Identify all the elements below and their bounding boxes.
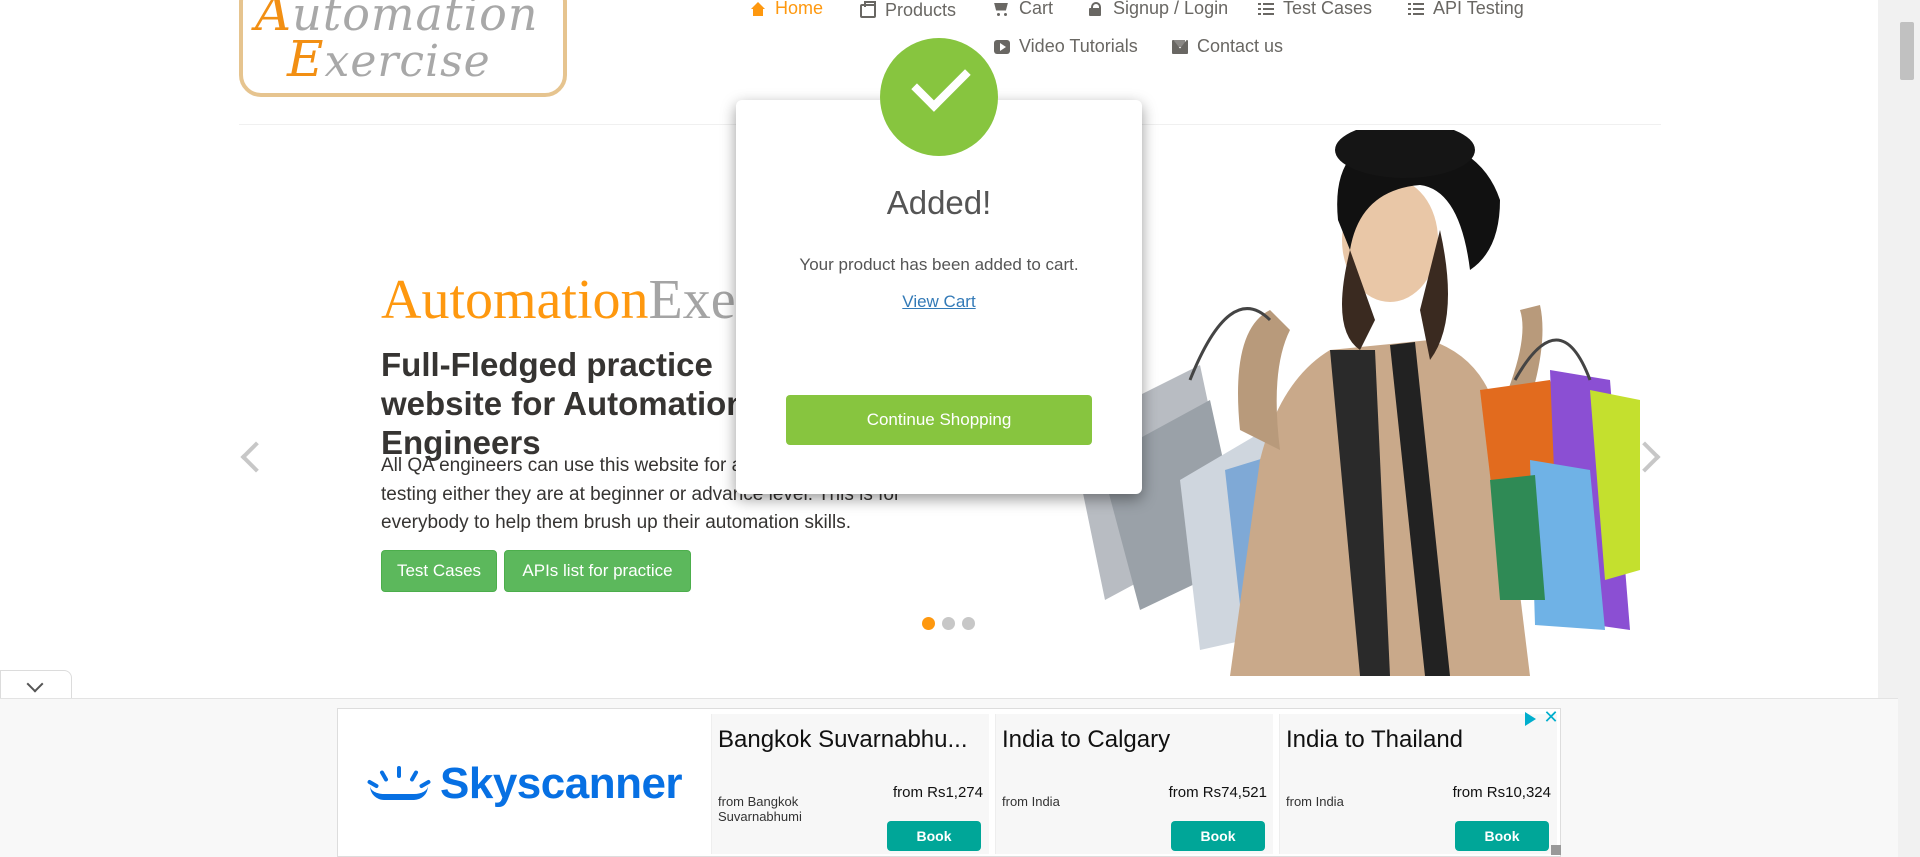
slider-prev-arrow[interactable] — [240, 441, 272, 473]
view-cart-link[interactable]: View Cart — [736, 292, 1142, 312]
skyscanner-logo[interactable]: Skyscanner — [366, 759, 683, 809]
home-icon — [750, 1, 766, 16]
nav-contact-label: Contact us — [1197, 36, 1284, 56]
nav-products-label: Products — [885, 0, 957, 20]
adchoices-icon[interactable] — [1521, 710, 1539, 728]
nav-video-tutorials[interactable]: Video Tutorials — [994, 36, 1138, 57]
ad-info-icon[interactable] — [1551, 845, 1561, 855]
nav-signup-label: Signup / Login — [1113, 0, 1229, 18]
ad-card-from: from India — [1002, 794, 1060, 809]
products-icon — [860, 0, 876, 18]
modal-message: Your product has been added to cart. — [799, 255, 1079, 274]
youtube-icon — [994, 39, 1010, 54]
book-button[interactable]: Book — [1455, 821, 1549, 851]
book-button[interactable]: Book — [887, 821, 981, 851]
modal-title: Added! — [886, 184, 992, 221]
site-logo[interactable]: Automation Exercise — [239, 0, 567, 97]
book-button[interactable]: Book — [1171, 821, 1265, 851]
added-to-cart-modal: Added! Your product has been added to ca… — [736, 100, 1142, 494]
logo-line-2: Exercise — [287, 30, 491, 88]
nav-home-label: Home — [775, 0, 824, 18]
ad-card-price: from Rs10,324 — [1452, 784, 1551, 801]
nav-products[interactable]: Products — [860, 0, 956, 21]
slider-indicators — [922, 617, 975, 630]
ad-card-2[interactable]: India to Calgary from India from Rs74,52… — [995, 714, 1273, 854]
continue-shopping-button[interactable]: Continue Shopping — [786, 395, 1092, 445]
slider-dot-2[interactable] — [942, 617, 955, 630]
test-cases-button[interactable]: Test Cases — [381, 550, 497, 592]
ad-card-1[interactable]: Bangkok Suvarnabhu... from Bangkok Suvar… — [711, 714, 989, 854]
nav-cart-label: Cart — [1019, 0, 1054, 18]
list-icon — [1258, 2, 1274, 16]
nav-home[interactable]: Home — [750, 0, 823, 19]
slider-dot-1[interactable] — [922, 617, 935, 630]
slider-dot-3[interactable] — [962, 617, 975, 630]
ad-card-3[interactable]: India to Thailand from India from Rs10,3… — [1279, 714, 1557, 854]
sunrise-icon — [366, 766, 432, 802]
nav-api-testing[interactable]: API Testing — [1408, 0, 1524, 19]
ad-card-price: from Rs74,521 — [1168, 784, 1267, 801]
ad-card-from: from India — [1286, 794, 1344, 809]
ad-card-title: India to Thailand — [1286, 726, 1464, 753]
list-icon — [1408, 2, 1424, 16]
nav-contact-us[interactable]: Contact us — [1172, 36, 1283, 57]
nav-test-cases-label: Test Cases — [1283, 0, 1373, 18]
logo-word-2: xercise — [324, 36, 491, 87]
success-check-icon — [880, 38, 998, 156]
skyscanner-wordmark: Skyscanner — [440, 759, 683, 808]
ad-card-from: from Bangkok Suvarnabhumi — [718, 794, 802, 824]
nav-signup-login[interactable]: Signup / Login — [1088, 0, 1228, 19]
lock-icon — [1088, 1, 1104, 16]
ad-card-title: Bangkok Suvarnabhu... — [718, 726, 968, 753]
ad-collapse-toggle[interactable] — [0, 670, 72, 700]
scrollbar-thumb[interactable] — [1900, 22, 1914, 80]
ad-card-price: from Rs1,274 — [892, 784, 983, 801]
cart-icon — [994, 2, 1010, 16]
logo-cap-e: E — [287, 30, 325, 88]
nav-test-cases[interactable]: Test Cases — [1258, 0, 1372, 19]
nav-video-label: Video Tutorials — [1019, 36, 1138, 56]
skyscanner-ad[interactable]: Skyscanner Bangkok Suvarnabhu... from Ba… — [337, 708, 1561, 857]
ad-close-icon[interactable]: ✕ — [1542, 708, 1560, 726]
apis-list-button[interactable]: APIs list for practice — [504, 550, 691, 592]
envelope-icon — [1172, 39, 1188, 54]
nav-cart[interactable]: Cart — [994, 0, 1053, 19]
nav-api-testing-label: API Testing — [1433, 0, 1524, 18]
ad-card-title: India to Calgary — [1002, 726, 1171, 753]
hero-brand-a: Automation — [381, 269, 649, 331]
